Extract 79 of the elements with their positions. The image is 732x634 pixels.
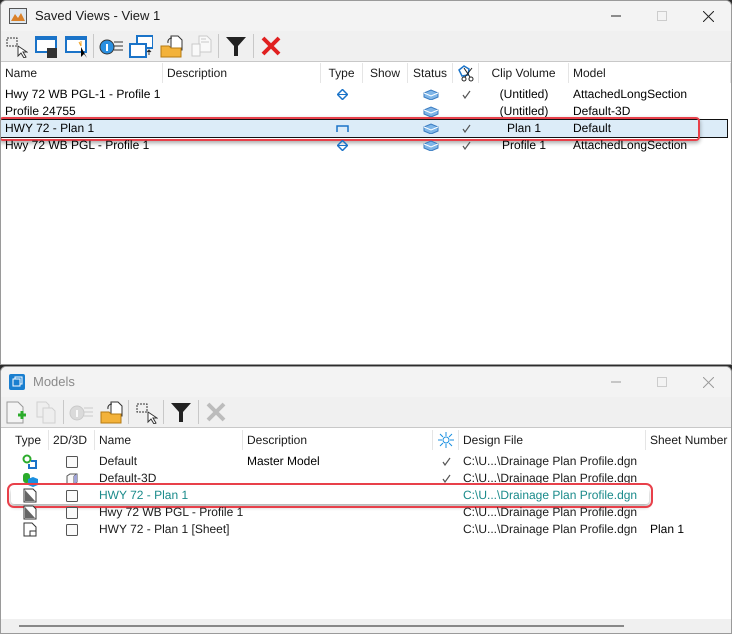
view-name: Profile 24755 (4, 103, 77, 120)
clip-volume: (Untitled) (498, 86, 550, 103)
column-header[interactable]: Description (243, 430, 433, 450)
volume-status-icon (422, 123, 438, 134)
model-row[interactable]: Default-3D C:\U...\Drainage Plan Profile.dgn (11, 470, 731, 487)
view-name: HWY 72 - Plan 1 (4, 120, 96, 137)
model-name[interactable]: Default (95, 453, 243, 470)
view-row[interactable]: HWY 72 - Plan 1 Plan 1 Default (1, 120, 727, 137)
drawing-model-icon (23, 488, 37, 503)
model-description: Master Model (246, 453, 321, 470)
cube-icon (66, 472, 78, 484)
column-header[interactable]: Name (1, 63, 163, 83)
design-file: C:\U...\Drainage Plan Profile.dgn (462, 521, 638, 538)
folder-import-icon[interactable] (158, 33, 184, 59)
3d-model-icon (22, 470, 38, 486)
model-row[interactable]: Default Master Model C:\U...\Drainage Plan Profile.dgn (11, 453, 731, 470)
folder-import-icon[interactable] (98, 399, 124, 425)
design-file: C:\U...\Drainage Plan Profile.dgn (462, 453, 638, 470)
view-row[interactable]: Hwy 72 WB PGL - Profile 1 Profile 1 AttachedLongSection (1, 137, 727, 154)
clip-scissors-icon[interactable] (456, 64, 474, 82)
column-header[interactable]: Name (95, 430, 243, 450)
clip-volume: Plan 1 (506, 120, 542, 137)
model-name: AttachedLongSection (572, 137, 688, 154)
sheet-number: Plan 1 (649, 521, 686, 538)
profile-view-icon (336, 89, 348, 100)
model-row[interactable]: Hwy 72 WB PGL - Profile 1 C:\U...\Drainage Plan Profile.dgn (11, 504, 731, 521)
model-name: Default-3D (572, 103, 632, 120)
sun-icon[interactable] (438, 432, 454, 448)
model-name: Default (572, 120, 612, 137)
window-logo-icon (9, 374, 25, 390)
sheet-model-icon (23, 522, 37, 537)
model-name[interactable]: Default-3D (95, 470, 243, 487)
volume-status-icon (422, 140, 438, 151)
clip-volume: (Untitled) (498, 103, 550, 120)
design-file: C:\U...\Drainage Plan Profile.dgn (462, 504, 638, 521)
app-logo-icon (9, 8, 27, 24)
window-export-icon[interactable] (128, 33, 154, 59)
model-name[interactable]: Hwy 72 WB PGL - Profile 1 (95, 504, 243, 521)
volume-status-icon (422, 89, 438, 100)
window-save-icon[interactable] (33, 33, 59, 59)
model-name[interactable]: HWY 72 - Plan 1 [Sheet] (95, 521, 243, 538)
maximize-icon (657, 11, 667, 21)
column-header[interactable]: 2D/3D (49, 430, 95, 450)
model-name: AttachedLongSection (572, 86, 688, 103)
close-icon (702, 376, 714, 388)
view-name: Hwy 72 WB PGL-1 - Profile 1 (4, 86, 162, 103)
design-file: C:\U...\Drainage Plan Profile.dgn (462, 470, 638, 487)
window-title: Models (33, 373, 75, 392)
view-row[interactable]: Hwy 72 WB PGL-1 - Profile 1 (Untitled) AttachedLongSection (1, 86, 727, 103)
design-model-icon (22, 454, 38, 470)
plan-view-icon (336, 125, 348, 132)
checkbox-icon (66, 490, 78, 502)
column-header[interactable]: Description (163, 63, 321, 83)
column-header[interactable]: Model (569, 63, 731, 83)
column-header[interactable]: Clip Volume (479, 63, 569, 83)
maximize-icon (657, 377, 667, 387)
checkbox-icon (66, 506, 78, 518)
view-row[interactable]: Profile 24755 (Untitled) Default-3D (1, 103, 727, 120)
column-header[interactable]: Type (11, 430, 49, 450)
column-header[interactable]: Design File (459, 430, 646, 450)
model-row[interactable]: HWY 72 - Plan 1 C:\U...\Drainage Plan Profile.dgn (11, 487, 649, 504)
view-name: Hwy 72 WB PGL - Profile 1 (4, 137, 150, 154)
checkbox-icon (66, 456, 78, 468)
column-header[interactable]: Type (321, 63, 363, 83)
profile-view-icon (336, 140, 348, 151)
horizontal-scrollbar[interactable] (19, 625, 624, 627)
model-row[interactable]: HWY 72 - Plan 1 [Sheet] C:\U...\Drainage Plan Profile.dgn Plan 1 (11, 521, 731, 538)
model-name[interactable]: HWY 72 - Plan 1 (95, 487, 243, 504)
clip-volume: Profile 1 (500, 137, 548, 154)
close-icon (702, 10, 714, 22)
window-title: Saved Views - View 1 (35, 7, 160, 26)
checkbox-icon (66, 524, 78, 536)
new-window-icon[interactable] (63, 33, 89, 59)
design-file: C:\U...\Drainage Plan Profile.dgn (462, 487, 638, 504)
column-header[interactable]: Status (408, 63, 453, 83)
drawing-model-icon (23, 505, 37, 520)
volume-status-icon (422, 106, 438, 117)
column-header[interactable]: Show (363, 63, 408, 83)
column-header[interactable]: Sheet Number (646, 430, 731, 450)
